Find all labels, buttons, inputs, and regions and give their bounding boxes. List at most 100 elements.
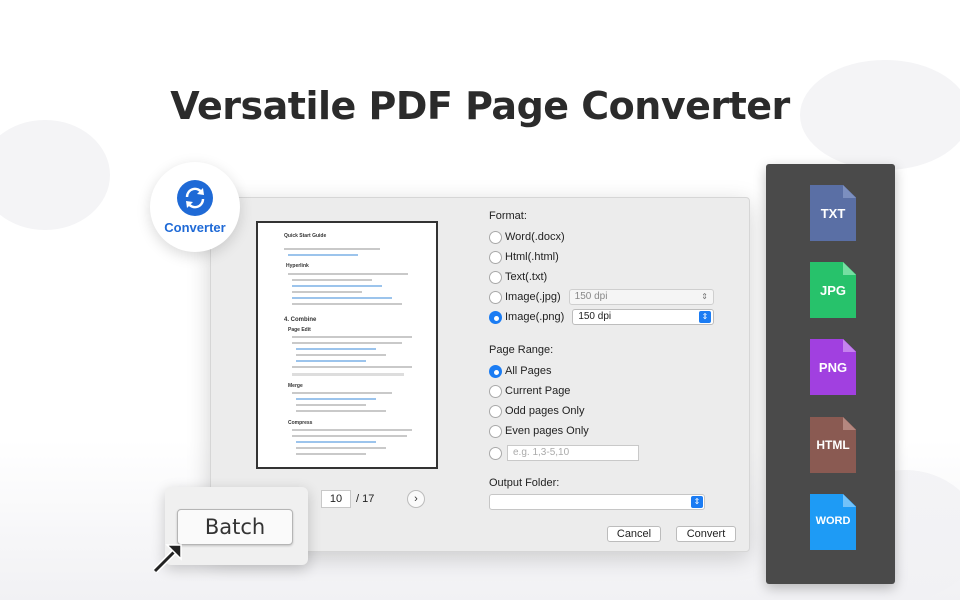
range-option-all[interactable]: All Pages [489,361,714,381]
converter-label: Converter [164,219,226,235]
preview-line [292,429,412,431]
preview-line [292,303,402,305]
preview-line [292,366,412,368]
preview-line [296,441,376,443]
radio-button[interactable] [489,290,502,304]
range-option-label: Even pages Only [505,425,589,437]
preview-line [292,392,392,394]
preview-section: 4. Combine [284,317,317,323]
preview-line [296,354,386,356]
radio-button[interactable] [489,270,502,284]
output-folder-select[interactable]: ⇕ [489,494,705,510]
file-format-label: TXT [820,206,846,221]
output-folder-label: Output Folder: [489,477,560,489]
batch-button[interactable]: Batch [177,509,293,545]
range-option-odd[interactable]: Odd pages Only [489,401,714,421]
range-option-custom[interactable]: e.g. 1,3-5,10 [489,443,714,463]
updown-icon: ⇕ [701,292,708,301]
radio-button[interactable] [489,404,502,418]
format-option-label: Html(.html) [505,251,559,263]
updown-icon: ⇕ [699,311,711,323]
radio-button-selected[interactable] [489,310,502,324]
preview-line [296,348,376,350]
page-navigator: 10 / 17 [321,490,374,508]
file-format-label: JPG [819,283,846,298]
updown-icon: ⇕ [691,496,703,508]
radio-button[interactable] [489,424,502,438]
next-page-button[interactable]: › [407,490,425,508]
cursor-arrow-icon [152,544,182,574]
radio-button[interactable] [489,384,502,398]
preview-section: Hyperlink [286,263,309,269]
png-dpi-select[interactable]: 150 dpi ⇕ [572,309,714,325]
preview-section: Merge [288,383,303,389]
dpi-value: 150 dpi [578,311,612,322]
batch-callout: Batch [165,487,308,565]
format-option-png[interactable]: Image(.png) 150 dpi ⇕ [489,307,714,327]
png-file-icon: PNG [810,339,856,395]
format-option-text[interactable]: Text(.txt) [489,267,714,287]
range-option-label: Current Page [505,385,571,397]
format-option-label: Image(.jpg) [505,291,561,303]
file-fold [843,262,856,275]
preview-line [292,285,382,287]
preview-section: Compress [288,420,313,426]
dpi-value: 150 dpi [574,291,608,302]
file-fold [843,417,856,430]
preview-line [292,342,402,344]
page-title: Versatile PDF Page Converter [170,84,790,128]
sync-icon [177,179,213,216]
file-format-label: HTML [816,438,850,452]
format-option-word[interactable]: Word(.docx) [489,227,714,247]
preview-line [292,435,407,437]
format-option-label: Text(.txt) [505,271,548,283]
radio-button[interactable] [489,250,502,264]
format-option-jpg[interactable]: Image(.jpg) 150 dpi ⇕ [489,287,714,307]
preview-line [296,398,376,400]
preview-line [288,273,408,275]
document-preview: Quick Start Guide Hyperlink 4. Combine P… [256,221,438,469]
total-pages: / 17 [356,493,375,505]
range-option-label: All Pages [505,365,552,377]
preview-section: Page Edit [288,327,311,333]
range-option-current[interactable]: Current Page [489,381,714,401]
preview-line [296,453,366,455]
preview-line [296,447,386,449]
conversion-options: Format: Word(.docx) Html(.html) Text(.tx… [489,210,714,510]
html-file-icon: HTML [810,417,856,473]
preview-doc-title: Quick Start Guide [284,233,327,239]
range-option-label: Odd pages Only [505,405,585,417]
preview-line [296,360,366,362]
format-option-html[interactable]: Html(.html) [489,247,714,267]
chevron-right-icon: › [414,493,418,505]
word-file-icon: WORD [810,494,856,550]
radio-button[interactable] [489,230,502,244]
format-label: Format: [489,210,527,222]
jpg-dpi-select[interactable]: 150 dpi ⇕ [568,289,714,305]
convert-button[interactable]: Convert [676,526,736,542]
txt-file-icon: TXT [810,185,856,241]
output-formats-panel: TXT JPG PNG HTML WORD [766,164,895,584]
radio-button[interactable] [489,446,502,460]
cancel-button[interactable]: Cancel [607,526,661,542]
file-fold [843,339,856,352]
file-fold [843,494,856,507]
format-option-label: Word(.docx) [505,231,565,243]
preview-line [292,336,412,338]
preview-line [292,291,362,293]
preview-line [292,279,372,281]
range-option-even[interactable]: Even pages Only [489,421,714,441]
preview-line [296,410,386,412]
radio-button-selected[interactable] [489,364,502,378]
background-shape [0,120,110,230]
format-option-label: Image(.png) [505,311,565,323]
page-number-input[interactable]: 10 [321,490,351,508]
preview-line [288,254,358,256]
jpg-file-icon: JPG [810,262,856,318]
converter-badge: Converter [150,162,240,252]
preview-line [292,297,392,299]
file-format-label: PNG [818,360,848,375]
preview-line [284,248,380,250]
custom-range-input[interactable]: e.g. 1,3-5,10 [507,445,639,461]
page-range-label: Page Range: [489,344,554,356]
